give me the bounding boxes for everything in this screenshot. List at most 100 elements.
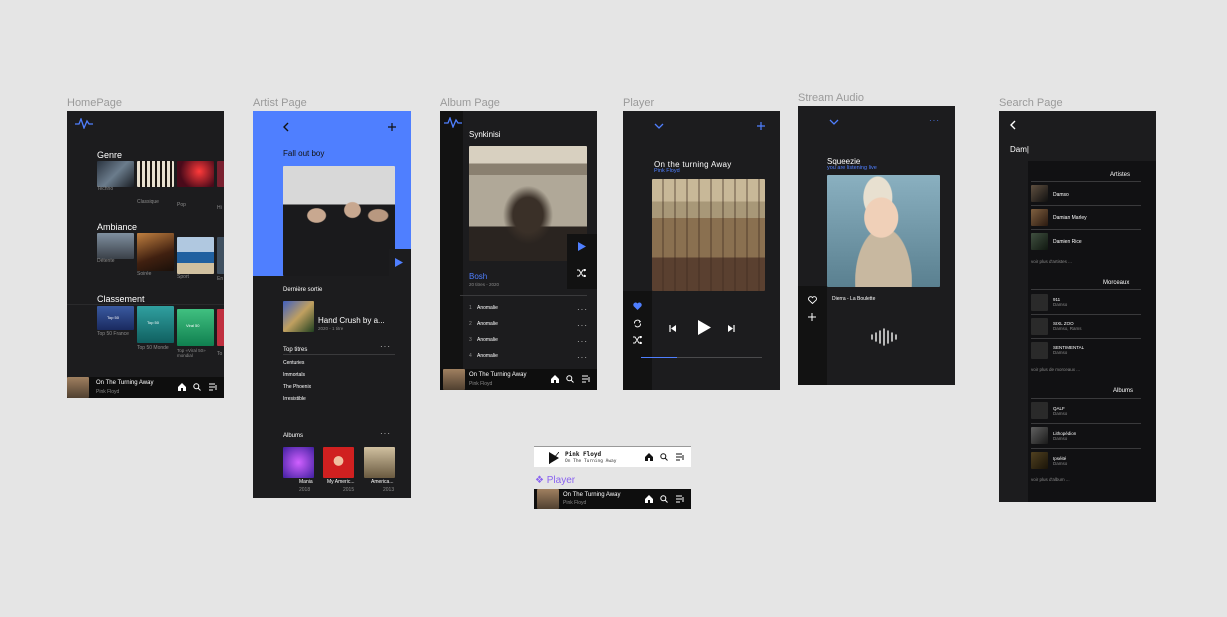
home-icon[interactable] (551, 375, 559, 383)
repeat-icon[interactable] (633, 319, 642, 328)
back-icon[interactable] (283, 122, 289, 132)
search-icon[interactable] (193, 383, 201, 391)
divider (67, 304, 224, 305)
queue-icon[interactable] (676, 495, 685, 503)
genre-cover-pop[interactable] (177, 161, 214, 187)
result-cover (1031, 452, 1048, 469)
next-icon[interactable] (728, 325, 735, 332)
more-tracks-link[interactable]: voir plus de morceaux ... (1031, 367, 1080, 372)
top-track[interactable]: Immortals (283, 372, 305, 378)
ambiance-cover-soiree[interactable] (137, 233, 174, 271)
more-dots-icon[interactable]: ··· (929, 116, 940, 125)
heart-outline-icon[interactable] (808, 296, 817, 304)
track-number: 1 (469, 305, 472, 311)
mini-player-light[interactable]: Pink Floyd On The Turning Away (534, 446, 691, 467)
genre-label: Hi (217, 205, 222, 211)
top-cover-monde[interactable]: Top 50 (137, 306, 174, 343)
latest-cover[interactable] (283, 301, 314, 332)
artist-result[interactable]: Damien Rice (1053, 239, 1082, 245)
play-button[interactable] (389, 249, 411, 276)
genre-cover-extra[interactable] (217, 161, 224, 187)
top-cover-extra[interactable] (217, 309, 224, 346)
divider (1031, 205, 1141, 206)
add-icon[interactable] (808, 313, 816, 321)
more-dots-icon[interactable]: ··· (577, 305, 588, 314)
search-icon[interactable] (660, 453, 668, 461)
mini-player-sub: On The Turning Away (565, 459, 617, 464)
chevron-down-icon[interactable] (654, 123, 664, 129)
now-playing-bar[interactable]: On The Turning Away Pink Floyd (440, 369, 597, 390)
queue-icon[interactable] (582, 375, 591, 383)
shuffle-icon[interactable] (633, 336, 642, 344)
track-name[interactable]: Anomalie (477, 321, 498, 327)
album-artist[interactable]: Bosh (469, 272, 487, 281)
ambiance-cover-extra[interactable] (217, 237, 224, 274)
play-icon[interactable] (578, 242, 586, 251)
track-name[interactable]: Anomalie (477, 305, 498, 311)
top-cover-france[interactable]: Top 50 (97, 306, 134, 330)
search-icon[interactable] (660, 495, 668, 503)
more-dots-icon[interactable]: ··· (380, 342, 391, 351)
add-icon[interactable] (757, 122, 765, 130)
previous-icon[interactable] (669, 325, 676, 332)
latest-album[interactable]: Hand Crush by a... (318, 316, 385, 325)
album-year: 2015 (343, 487, 355, 493)
more-dots-icon[interactable]: ··· (380, 429, 391, 438)
top-track[interactable]: Centuries (283, 360, 304, 366)
more-albums-link[interactable]: voir plus d'album ... (1031, 477, 1070, 482)
album-cover-america[interactable] (364, 447, 395, 478)
progress-track[interactable] (641, 357, 762, 358)
album-cover-mania[interactable] (283, 447, 314, 478)
result-cover (1031, 294, 1048, 311)
genre-cover-classique[interactable] (137, 161, 174, 187)
queue-icon[interactable] (676, 453, 685, 461)
track-number: 3 (469, 337, 472, 343)
track-name[interactable]: Anomalie (477, 337, 498, 343)
more-dots-icon[interactable]: ··· (577, 353, 588, 362)
stream-frame: ··· Squeezie you are listening live Dier… (798, 106, 955, 385)
album-result-sub: Damso (1053, 411, 1068, 416)
chevron-down-icon[interactable] (829, 119, 839, 125)
shuffle-icon[interactable] (577, 269, 586, 277)
add-icon[interactable] (388, 123, 396, 131)
ambiance-label: En (217, 276, 224, 282)
home-icon[interactable] (645, 495, 653, 503)
ambiance-cover-sport[interactable] (177, 237, 214, 274)
back-icon[interactable] (1010, 120, 1016, 130)
artist-name: Fall out boy (283, 149, 325, 158)
album-name: Mania (299, 479, 313, 485)
frame-label-search: Search Page (999, 97, 1063, 109)
more-dots-icon[interactable]: ··· (577, 337, 588, 346)
ambiance-cover-detente[interactable] (97, 233, 134, 259)
play-icon[interactable] (549, 452, 559, 464)
result-avatar (1031, 209, 1048, 226)
frame-label-player: Player (623, 97, 655, 109)
artist-result[interactable]: Damso (1053, 192, 1069, 198)
top-track[interactable]: Irresistible (283, 396, 306, 402)
home-icon[interactable] (645, 453, 653, 461)
heart-icon[interactable] (633, 302, 642, 310)
now-playing-bar[interactable]: On The Turning Away Pink Floyd (67, 377, 224, 398)
divider (1031, 398, 1141, 399)
more-artists-link[interactable]: voir plus d'artistes ... (1031, 259, 1072, 264)
home-icon[interactable] (178, 383, 186, 391)
search-icon[interactable] (566, 375, 574, 383)
search-input[interactable]: Dam| (1010, 145, 1029, 154)
track-name[interactable]: Anomalie (477, 353, 498, 359)
queue-icon[interactable] (209, 383, 218, 391)
artist-result[interactable]: Damian Marley (1053, 215, 1087, 221)
player-artist[interactable]: Pink Floyd (654, 168, 680, 174)
mini-player-dark[interactable]: On The Turning Away Pink Floyd (534, 489, 691, 509)
artist-photo (283, 166, 395, 276)
albums-title: Albums (283, 433, 304, 439)
top-track[interactable]: The Phoenix (283, 384, 311, 390)
album-cover-americ[interactable] (323, 447, 354, 478)
more-dots-icon[interactable]: ··· (577, 321, 588, 330)
play-icon (395, 258, 403, 267)
top-cover-text: Viral 50 (186, 323, 200, 328)
top-cover-viral[interactable]: Viral 50 (177, 309, 214, 346)
divider (1031, 181, 1141, 182)
genre-cover-techno[interactable] (97, 161, 134, 187)
play-icon[interactable] (698, 320, 711, 335)
album-year: 2013 (383, 487, 395, 493)
